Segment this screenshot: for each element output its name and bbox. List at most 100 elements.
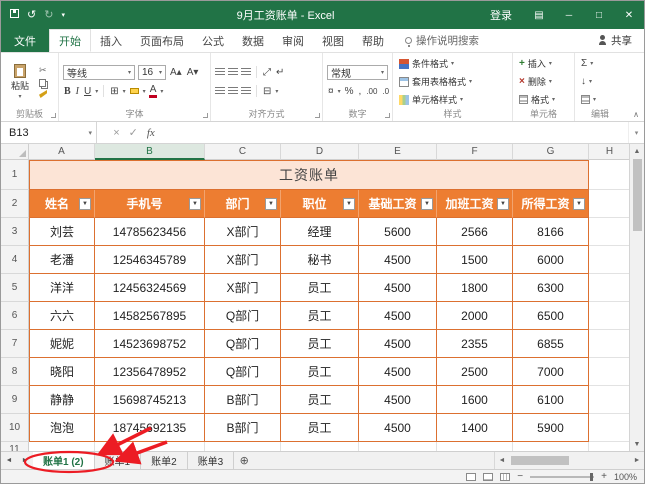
align-center-icon[interactable]: [228, 87, 238, 95]
data-cell[interactable]: 18745692135: [95, 414, 205, 442]
data-cell[interactable]: 6100: [513, 386, 589, 414]
decrease-decimal-icon[interactable]: .0: [381, 87, 390, 96]
scroll-left-icon[interactable]: ◄: [495, 457, 509, 464]
dialog-launcher-icon[interactable]: [315, 113, 320, 118]
styles-item-2[interactable]: 单元格样式▾: [397, 92, 508, 107]
data-cell[interactable]: B部门: [205, 386, 281, 414]
formula-bar-expand-icon[interactable]: ▾: [628, 122, 644, 143]
data-cell[interactable]: 2355: [437, 330, 513, 358]
data-cell[interactable]: 1800: [437, 274, 513, 302]
column-header-H[interactable]: H: [589, 144, 631, 160]
data-cell[interactable]: 晓阳: [29, 358, 95, 386]
row-header-7[interactable]: 7: [1, 330, 29, 358]
vertical-scroll-thumb[interactable]: [633, 159, 642, 231]
orientation-icon[interactable]: ⤢: [262, 67, 272, 78]
data-cell[interactable]: 12356478952: [95, 358, 205, 386]
ribbon-tab-1[interactable]: 插入: [91, 29, 131, 52]
data-cell[interactable]: 员工: [281, 414, 359, 442]
zoom-slider-thumb[interactable]: [590, 473, 593, 481]
align-bottom-icon[interactable]: [241, 68, 251, 76]
data-cell[interactable]: 洋洋: [29, 274, 95, 302]
dialog-launcher-icon[interactable]: [203, 113, 208, 118]
filter-button[interactable]: ▼: [421, 198, 433, 210]
data-cell[interactable]: 4500: [359, 414, 437, 442]
data-cell[interactable]: 4500: [359, 330, 437, 358]
data-cell[interactable]: X部门: [205, 274, 281, 302]
horizontal-scroll-track[interactable]: [509, 456, 630, 465]
data-cell[interactable]: 秘书: [281, 246, 359, 274]
ribbon-tab-6[interactable]: 视图: [313, 29, 353, 52]
empty-cell[interactable]: [589, 442, 631, 451]
column-header-G[interactable]: G: [513, 144, 589, 160]
table-header-cell[interactable]: 姓名▼: [29, 190, 95, 218]
sheet-tab-0[interactable]: 账单1 (2): [33, 452, 95, 469]
data-cell[interactable]: 6300: [513, 274, 589, 302]
data-cell[interactable]: Q部门: [205, 330, 281, 358]
empty-cell[interactable]: [513, 442, 589, 451]
number-format-select[interactable]: 常规▾: [327, 65, 388, 80]
table-header-cell[interactable]: 职位▼: [281, 190, 359, 218]
paste-button[interactable]: 粘贴 ▾: [5, 64, 35, 100]
empty-cell[interactable]: [589, 218, 631, 246]
scroll-up-icon[interactable]: ▲: [630, 144, 644, 158]
data-cell[interactable]: 六六: [29, 302, 95, 330]
autosum-button[interactable]: Σ▾: [579, 56, 621, 71]
merge-center-icon[interactable]: ⊟: [262, 86, 272, 97]
empty-cell[interactable]: [589, 246, 631, 274]
empty-cell[interactable]: [589, 274, 631, 302]
data-cell[interactable]: 妮妮: [29, 330, 95, 358]
filter-button[interactable]: ▼: [189, 198, 201, 210]
align-middle-icon[interactable]: [228, 68, 238, 76]
data-cell[interactable]: 老潘: [29, 246, 95, 274]
row-header-10[interactable]: 10: [1, 414, 29, 442]
styles-item-1[interactable]: 套用表格格式▾: [397, 74, 508, 89]
data-cell[interactable]: X部门: [205, 218, 281, 246]
data-cell[interactable]: 2500: [437, 358, 513, 386]
data-cell[interactable]: 刘芸: [29, 218, 95, 246]
empty-cell[interactable]: [281, 442, 359, 451]
empty-cell[interactable]: [589, 190, 631, 218]
data-cell[interactable]: 14582567895: [95, 302, 205, 330]
data-cell[interactable]: 5900: [513, 414, 589, 442]
align-left-icon[interactable]: [215, 87, 225, 95]
table-header-cell[interactable]: 部门▼: [205, 190, 281, 218]
column-header-C[interactable]: C: [205, 144, 281, 160]
sign-in-button[interactable]: 登录: [478, 7, 524, 23]
empty-cell[interactable]: [95, 442, 205, 451]
data-cell[interactable]: 5600: [359, 218, 437, 246]
insert-function-button[interactable]: fx: [147, 127, 155, 139]
empty-cell[interactable]: [589, 358, 631, 386]
row-header-1[interactable]: 1: [1, 160, 29, 190]
data-cell[interactable]: 2566: [437, 218, 513, 246]
empty-cell[interactable]: [589, 302, 631, 330]
ribbon-tab-5[interactable]: 审阅: [273, 29, 313, 52]
row-header-9[interactable]: 9: [1, 386, 29, 414]
data-cell[interactable]: 6500: [513, 302, 589, 330]
select-all-corner[interactable]: [1, 144, 29, 160]
horizontal-scrollbar[interactable]: ◄ ►: [494, 452, 644, 469]
bold-button[interactable]: B: [63, 86, 72, 97]
empty-cell[interactable]: [589, 330, 631, 358]
data-cell[interactable]: 6000: [513, 246, 589, 274]
data-cell[interactable]: Q部门: [205, 358, 281, 386]
empty-cell[interactable]: [437, 442, 513, 451]
page-break-view-icon[interactable]: [500, 473, 510, 481]
name-box[interactable]: B13 ▾: [1, 122, 97, 143]
data-cell[interactable]: 1500: [437, 246, 513, 274]
data-cell[interactable]: 8166: [513, 218, 589, 246]
data-cell[interactable]: 员工: [281, 302, 359, 330]
ribbon-tab-7[interactable]: 帮助: [353, 29, 393, 52]
data-cell[interactable]: B部门: [205, 414, 281, 442]
ribbon-tab-4[interactable]: 数据: [233, 29, 273, 52]
qat-customize-button[interactable]: ▾: [61, 12, 65, 19]
minimize-button[interactable]: ─: [554, 1, 584, 29]
row-header-3[interactable]: 3: [1, 218, 29, 246]
table-header-cell[interactable]: 所得工资▼: [513, 190, 589, 218]
sheet-tab-1[interactable]: 账单1: [95, 452, 142, 469]
previous-sheet-icon[interactable]: ◄: [1, 452, 17, 469]
filter-button[interactable]: ▼: [573, 198, 585, 210]
filter-button[interactable]: ▼: [79, 198, 91, 210]
tell-me-search[interactable]: 操作说明搜索: [405, 29, 479, 52]
wrap-text-icon[interactable]: ↵: [275, 67, 285, 78]
cut-icon[interactable]: ✂: [39, 65, 47, 76]
